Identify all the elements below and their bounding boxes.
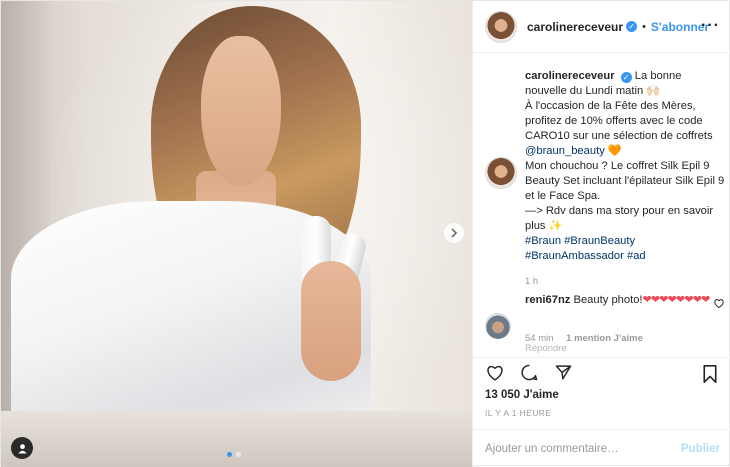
caption-author-avatar[interactable] — [485, 157, 517, 189]
caption-comment: carolinereceveur ✓ La bonne nouvelle du … — [485, 69, 724, 287]
comment-body: Beauty photo! — [573, 294, 643, 306]
post-timestamp: IL Y A 1 HEURE — [485, 408, 552, 418]
add-comment-bar: Publier — [473, 429, 730, 467]
user-tags-button[interactable] — [11, 437, 33, 459]
comment-hearts: ❤❤❤❤❤❤❤❤ — [642, 294, 711, 306]
post-sidebar: carolinereceveur ✓ • S'abonner ··· carol… — [472, 1, 730, 467]
header-separator: • — [642, 20, 646, 33]
caption-line: —> Rdv dans ma story pour en savoir plus… — [525, 205, 714, 232]
comment-text: reni67nz Beauty photo!❤❤❤❤❤❤❤❤ — [525, 293, 711, 308]
comment-meta: 54 min 1 mention J'aime Répondre — [525, 333, 643, 354]
author-username[interactable]: carolinereceveur — [527, 20, 623, 34]
publish-button[interactable]: Publier — [681, 443, 720, 455]
author-avatar[interactable] — [485, 10, 517, 43]
caption-line: Mon chouchou ? Le coffret Silk Epil 9 Be… — [525, 160, 725, 202]
reply-button[interactable]: Répondre — [525, 343, 567, 354]
photo-face — [201, 36, 281, 186]
mention-link[interactable]: @braun_beauty — [525, 145, 605, 157]
commenter-username[interactable]: reni67nz — [525, 294, 570, 306]
commenter-avatar[interactable] — [485, 313, 511, 339]
next-photo-button[interactable] — [444, 223, 464, 243]
photo-counter — [1, 411, 472, 467]
comments-list[interactable]: carolinereceveur ✓ La bonne nouvelle du … — [473, 53, 730, 357]
photo-hand — [301, 261, 361, 381]
instagram-post: carolinereceveur ✓ • S'abonner ··· carol… — [0, 0, 730, 467]
bookmark-icon[interactable] — [700, 364, 720, 384]
caption-text: carolinereceveur ✓ La bonne nouvelle du … — [525, 69, 725, 289]
comment-input[interactable] — [485, 442, 682, 455]
post-header: carolinereceveur ✓ • S'abonner ··· — [473, 1, 730, 53]
caption-line: À l'occasion de la Fête des Mères, profi… — [525, 100, 713, 142]
chevron-right-icon — [451, 228, 458, 238]
carousel-dot — [236, 452, 241, 457]
comment-bubble-icon[interactable] — [519, 363, 539, 383]
carousel-dot-active — [227, 452, 232, 457]
caption-username[interactable]: carolinereceveur — [525, 70, 615, 82]
person-icon — [17, 443, 27, 454]
like-heart-icon[interactable] — [485, 363, 505, 383]
action-bar — [473, 357, 730, 387]
hashtag-links[interactable]: #Braun #BraunBeauty #BraunAmbassador #ad — [525, 234, 725, 264]
comment-likes-count[interactable]: 1 mention J'aime — [566, 333, 643, 344]
post-photo[interactable] — [1, 1, 472, 467]
more-options-icon[interactable]: ··· — [701, 17, 720, 35]
likes-count[interactable]: 13 050 J'aime — [485, 389, 559, 401]
carousel-indicator — [227, 452, 241, 457]
verified-badge-icon: ✓ — [620, 72, 632, 83]
caption-emoji: 🧡 — [604, 145, 622, 157]
caption-time: 1 h — [525, 276, 539, 287]
share-plane-icon[interactable] — [553, 363, 573, 383]
verified-badge-icon: ✓ — [626, 21, 638, 32]
like-comment-heart-icon[interactable] — [714, 299, 724, 311]
